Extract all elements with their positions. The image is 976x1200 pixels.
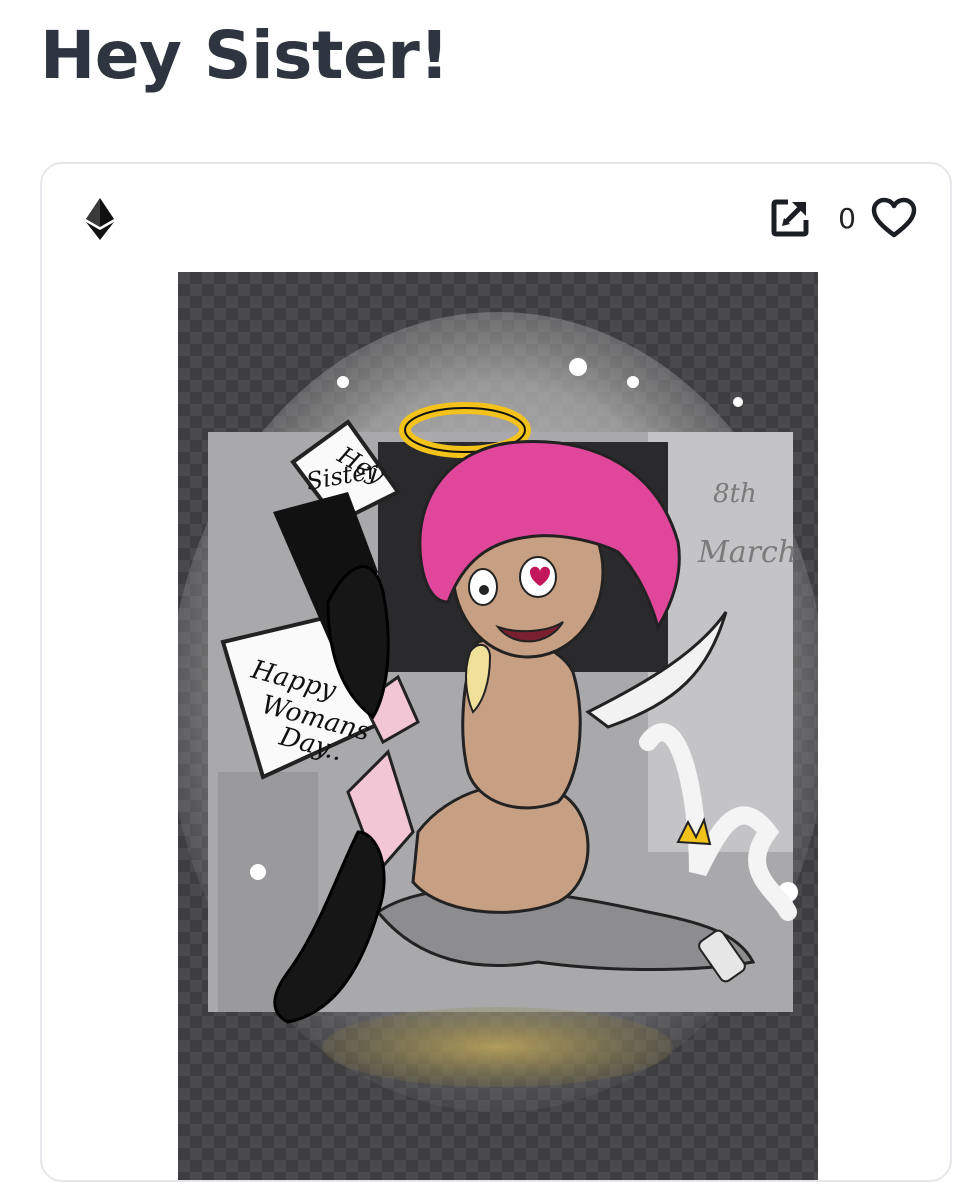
heart-outline-icon bbox=[871, 197, 917, 238]
date-text-month: March bbox=[697, 535, 797, 570]
open-external-icon bbox=[771, 199, 809, 237]
nft-card: 0 8th March Hey Sister Happy Womans Day.… bbox=[40, 162, 952, 1182]
like-count: 0 bbox=[838, 201, 856, 235]
card-actions: 0 bbox=[768, 194, 918, 242]
page-title: Hey Sister! bbox=[40, 17, 449, 94]
nft-artwork[interactable]: 8th March Hey Sister Happy Womans Day.. bbox=[178, 272, 818, 1180]
ethereum-icon bbox=[86, 198, 114, 240]
open-external-button[interactable] bbox=[768, 196, 812, 240]
date-text-day: 8th bbox=[713, 479, 757, 509]
like-button[interactable] bbox=[870, 194, 918, 242]
artwork-illustration: 8th March Hey Sister Happy Womans Day.. bbox=[178, 312, 818, 1112]
